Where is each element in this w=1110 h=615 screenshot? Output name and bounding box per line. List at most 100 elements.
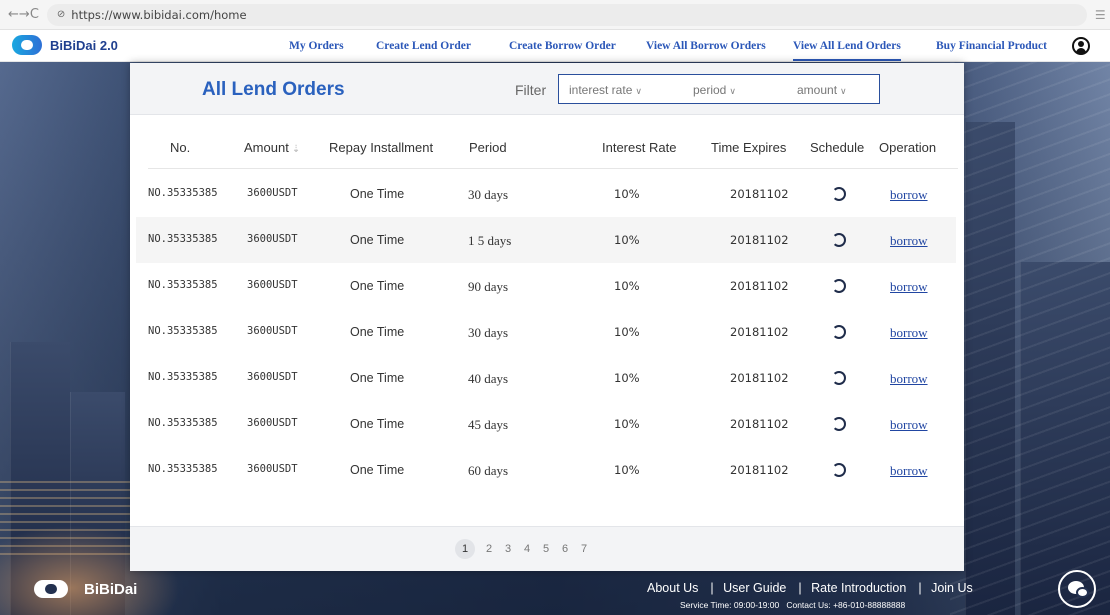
cell-time-expires: 20181102: [730, 463, 789, 477]
cell-interest-rate: 10%: [614, 463, 640, 477]
filter-bar: interest rate ∨ period ∨ amount ∨: [558, 74, 880, 104]
user-avatar-icon[interactable]: [1072, 37, 1090, 55]
cell-amount: 3600USDT: [247, 417, 298, 429]
borrow-link[interactable]: borrow: [890, 325, 928, 341]
contact-info: Contact Us: +86-010-88888888: [786, 600, 906, 610]
separator: |: [798, 581, 802, 595]
cell-period: 30 days: [468, 187, 509, 202]
page-7[interactable]: 7: [576, 543, 592, 555]
filter-period[interactable]: period ∨: [693, 83, 736, 97]
reload-icon[interactable]: C: [30, 7, 39, 22]
cell-order-no: NO.35335385: [148, 233, 218, 245]
column-amount[interactable]: Amount ⇣: [244, 140, 300, 155]
panel-header: All Lend Orders Filter interest rate ∨ pe…: [130, 63, 964, 115]
cell-order-no: NO.35335385: [148, 325, 218, 337]
page-4[interactable]: 4: [519, 543, 535, 555]
address-bar[interactable]: ⊘ https://www.bibidai.com/home: [46, 3, 1087, 26]
borrow-link[interactable]: borrow: [890, 463, 928, 479]
cell-amount: 3600USDT: [247, 279, 298, 291]
cell-amount: 3600USDT: [247, 371, 298, 383]
nav-buy-financial-product[interactable]: Buy Financial Product: [936, 40, 1047, 52]
filter-interest-rate[interactable]: interest rate ∨: [569, 83, 642, 97]
page-6[interactable]: 6: [557, 543, 573, 555]
column-time-expires: Time Expires: [711, 140, 787, 155]
cell-order-no: NO.35335385: [148, 279, 218, 291]
nav-create-lend-order[interactable]: Create Lend Order: [376, 40, 471, 52]
lend-orders-panel: All Lend Orders Filter interest rate ∨ pe…: [130, 63, 964, 571]
cell-period: 30 days: [468, 325, 509, 340]
footer-link-user-guide[interactable]: User Guide: [723, 581, 786, 595]
cell-period: 60 days: [468, 463, 509, 478]
pagination: 1 2 3 4 5 6 7: [130, 526, 964, 571]
footer-link-rate-introduction[interactable]: Rate Introduction: [811, 581, 906, 595]
site-info-icon[interactable]: ⊘: [57, 9, 65, 20]
browser-menu-icon[interactable]: ☰: [1095, 8, 1106, 22]
footer-link-about-us[interactable]: About Us: [647, 581, 698, 595]
borrow-link[interactable]: borrow: [890, 279, 928, 295]
cell-repay-installment: One Time: [350, 371, 405, 385]
borrow-link[interactable]: borrow: [890, 187, 928, 203]
footer-links: About Us | User Guide | Rate Introduction |…: [647, 581, 979, 595]
page-3[interactable]: 3: [500, 543, 516, 555]
borrow-link[interactable]: borrow: [890, 417, 928, 433]
table-row: NO.35335385 3600USDT One Time 90 days 10% 201…: [130, 263, 964, 309]
filter-amount[interactable]: amount ∨: [797, 83, 847, 97]
cell-interest-rate: 10%: [614, 279, 640, 293]
cell-amount: 3600USDT: [247, 325, 298, 337]
cell-time-expires: 20181102: [730, 279, 789, 293]
page-2[interactable]: 2: [481, 543, 497, 555]
footer-logo-icon: [34, 580, 68, 598]
url-text: https://www.bibidai.com/home: [71, 7, 247, 22]
footer-link-join-us[interactable]: Join Us: [931, 581, 973, 595]
cell-period: 45 days: [468, 417, 509, 432]
cell-time-expires: 20181102: [730, 325, 789, 339]
cell-interest-rate: 10%: [614, 187, 640, 201]
page-1[interactable]: 1: [455, 539, 475, 559]
cell-repay-installment: One Time: [350, 463, 405, 477]
separator: |: [710, 581, 714, 595]
column-operation: Operation: [879, 140, 937, 155]
chevron-down-icon: ∨: [840, 86, 847, 96]
cell-interest-rate: 10%: [614, 233, 640, 247]
footer-brand[interactable]: BiBiDai: [34, 580, 137, 598]
page-5[interactable]: 5: [538, 543, 554, 555]
column-period: Period: [469, 140, 507, 155]
sort-icon[interactable]: ⇣: [292, 144, 300, 155]
nav-view-all-lend-orders[interactable]: View All Lend Orders: [793, 40, 901, 61]
back-arrow-icon[interactable]: ←: [8, 7, 19, 22]
cell-order-no: NO.35335385: [148, 417, 218, 429]
schedule-progress-icon: [832, 463, 846, 477]
brand-name: BiBiDai 2.0: [50, 37, 118, 53]
cell-repay-installment: One Time: [350, 325, 405, 339]
filter-label: Filter: [515, 82, 547, 98]
cell-interest-rate: 10%: [614, 371, 640, 385]
page-title: All Lend Orders: [202, 79, 345, 100]
cell-interest-rate: 10%: [614, 325, 640, 339]
cell-repay-installment: One Time: [350, 279, 405, 293]
cell-period: 40 days: [468, 371, 509, 386]
nav-create-borrow-order[interactable]: Create Borrow Order: [509, 40, 616, 52]
forward-arrow-icon[interactable]: →: [19, 7, 30, 22]
schedule-progress-icon: [832, 187, 846, 201]
schedule-progress-icon: [832, 233, 846, 247]
chevron-down-icon: ∨: [729, 86, 736, 96]
table-row: NO.35335385 3600USDT One Time 1 5 days 10% 20…: [136, 217, 956, 263]
brand-logo-icon: [12, 35, 42, 55]
column-schedule: Schedule: [810, 140, 865, 155]
nav-my-orders[interactable]: My Orders: [289, 40, 344, 52]
cell-amount: 3600USDT: [247, 463, 298, 475]
brand[interactable]: BiBiDai 2.0: [12, 35, 118, 55]
browser-toolbar: ← → C ⊘ https://www.bibidai.com/home ☰: [0, 0, 1110, 30]
column-interest-rate: Interest Rate: [602, 140, 677, 155]
column-repay-installment: Repay Installment: [329, 140, 434, 155]
borrow-link[interactable]: borrow: [890, 233, 928, 249]
footer-brand-name: BiBiDai: [84, 580, 138, 598]
cell-repay-installment: One Time: [350, 417, 405, 431]
table-header: No. Amount ⇣ Repay Installment Period Int…: [130, 115, 964, 171]
table-row: NO.35335385 3600USDT One Time 40 days 10% 201…: [130, 355, 964, 401]
nav-view-all-borrow-orders[interactable]: View All Borrow Orders: [646, 40, 766, 52]
table-row: NO.35335385 3600USDT One Time 45 days 10% 201…: [130, 401, 964, 447]
wechat-icon[interactable]: [1058, 570, 1096, 608]
borrow-link[interactable]: borrow: [890, 371, 928, 387]
schedule-progress-icon: [832, 371, 846, 385]
